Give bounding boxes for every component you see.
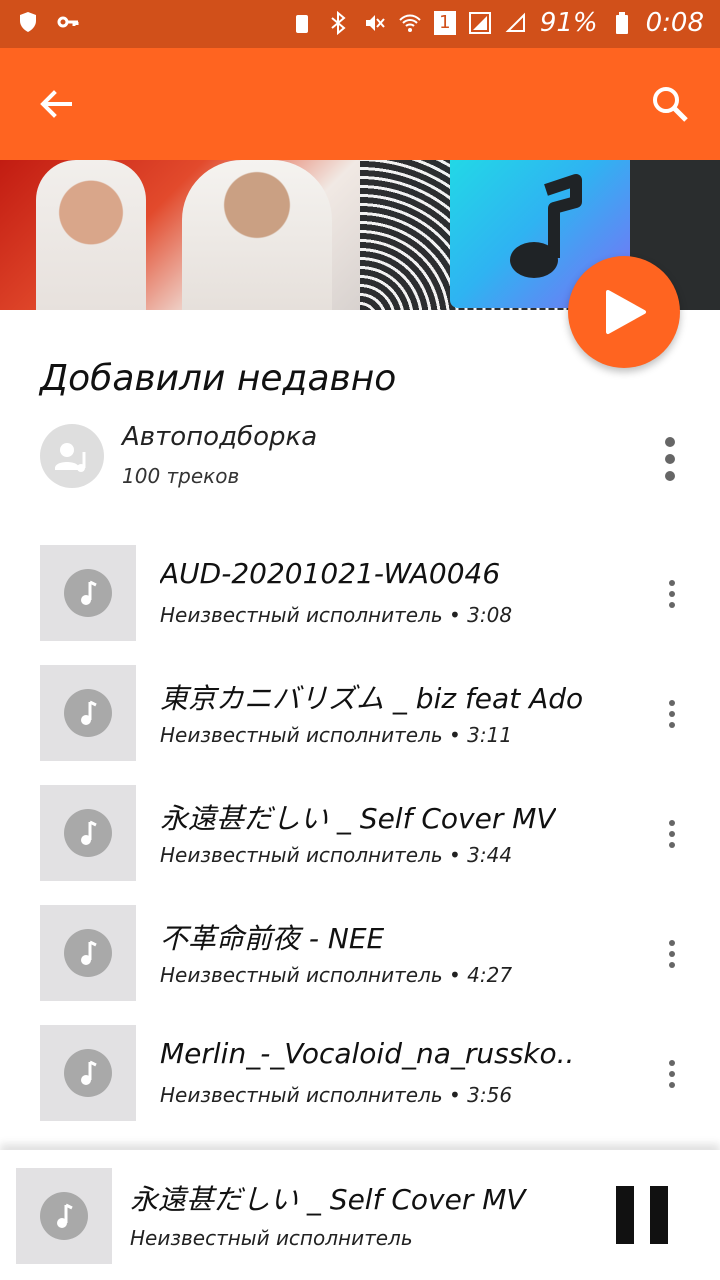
auto-playlist-row[interactable]: Автоподборка 100 треков: [40, 422, 680, 494]
track-thumbnail: [40, 905, 136, 1001]
more-vert-icon[interactable]: [664, 699, 680, 729]
track-title: AUD-20201021-WA0046: [160, 557, 501, 590]
pause-icon-bar-right: [650, 1186, 668, 1244]
mini-player[interactable]: 永遠甚だしい _ Self Cover MV Неизвестный испол…: [0, 1150, 720, 1280]
shield-icon: [20, 12, 36, 32]
music-note-icon: [81, 700, 97, 725]
now-playing-title: 永遠甚だしい _ Self Cover MV: [130, 1183, 526, 1216]
clock: 0:08: [645, 8, 704, 38]
person-music-icon: [55, 443, 86, 472]
signal-2-icon: [505, 12, 525, 32]
now-playing-thumbnail: [16, 1168, 112, 1264]
bluetooth-icon: [331, 11, 346, 35]
cover-person-left: [36, 160, 146, 310]
track-thumbnail: [40, 785, 136, 881]
wifi-icon: [399, 14, 421, 32]
track-row[interactable]: 永遠甚だしい _ Self Cover MV Неизвестный испол…: [40, 785, 680, 881]
more-vert-icon[interactable]: [664, 1059, 680, 1089]
more-vert-icon[interactable]: [664, 939, 680, 969]
track-title: Merlin_-_Vocaloid_na_russko..: [160, 1037, 575, 1070]
more-vert-icon[interactable]: [664, 819, 680, 849]
more-vert-icon[interactable]: [664, 579, 680, 609]
track-title: 永遠甚だしい _ Self Cover MV: [160, 802, 556, 835]
track-row[interactable]: Merlin_-_Vocaloid_na_russko.. Неизвестны…: [40, 1025, 680, 1121]
music-note-icon: [81, 1060, 97, 1085]
battery-icon: [615, 12, 628, 34]
track-thumbnail: [40, 545, 136, 641]
music-note-icon: [81, 940, 97, 965]
track-meta: Неизвестный исполнитель • 3:08: [160, 603, 513, 627]
track-meta: Неизвестный исполнитель • 3:44: [160, 843, 513, 867]
battery-percent: 91%: [539, 8, 598, 38]
auto-playlist-count: 100 треков: [122, 464, 240, 488]
cover-person-right: [182, 160, 332, 310]
app-toolbar: [0, 48, 720, 160]
track-title: 不革命前夜 - NEE: [160, 922, 385, 955]
pause-button[interactable]: [614, 1186, 670, 1244]
track-row[interactable]: 東京カニバリズム _ biz feat Ado Неизвестный испо…: [40, 665, 680, 761]
key-icon: [57, 16, 79, 28]
track-meta: Неизвестный исполнитель • 4:27: [160, 963, 513, 987]
battery-saver-icon: [295, 15, 308, 33]
track-thumbnail: [40, 665, 136, 761]
more-vert-icon[interactable]: [660, 434, 680, 484]
mute-icon: [365, 15, 385, 31]
music-note-icon: [57, 1203, 73, 1228]
track-meta: Неизвестный исполнитель • 3:11: [160, 723, 513, 747]
track-row[interactable]: 不革命前夜 - NEE Неизвестный исполнитель • 4:…: [40, 905, 680, 1001]
playlist-title: Добавили недавно: [40, 358, 397, 399]
now-playing-artist: Неизвестный исполнитель: [130, 1226, 413, 1250]
track-thumbnail: [40, 1025, 136, 1121]
status-bar: 1 91% 0:08: [0, 0, 720, 48]
music-note-icon: [81, 580, 97, 605]
sim-badge: 1: [433, 11, 456, 35]
track-meta: Неизвестный исполнитель • 3:56: [160, 1083, 513, 1107]
cover-photo: [0, 160, 360, 310]
signal-icon: [468, 12, 491, 34]
play-all-button[interactable]: [568, 256, 680, 368]
auto-playlist-avatar: [40, 424, 104, 488]
play-icon: [606, 290, 646, 334]
track-title: 東京カニバリズム _ biz feat Ado: [160, 682, 584, 715]
arrow-left-icon[interactable]: [36, 84, 76, 124]
search-icon[interactable]: [650, 84, 690, 124]
pause-icon-bar-left: [616, 1186, 634, 1244]
track-row[interactable]: AUD-20201021-WA0046 Неизвестный исполнит…: [40, 545, 680, 641]
music-note-icon: [81, 820, 97, 845]
auto-playlist-name: Автоподборка: [122, 422, 318, 452]
